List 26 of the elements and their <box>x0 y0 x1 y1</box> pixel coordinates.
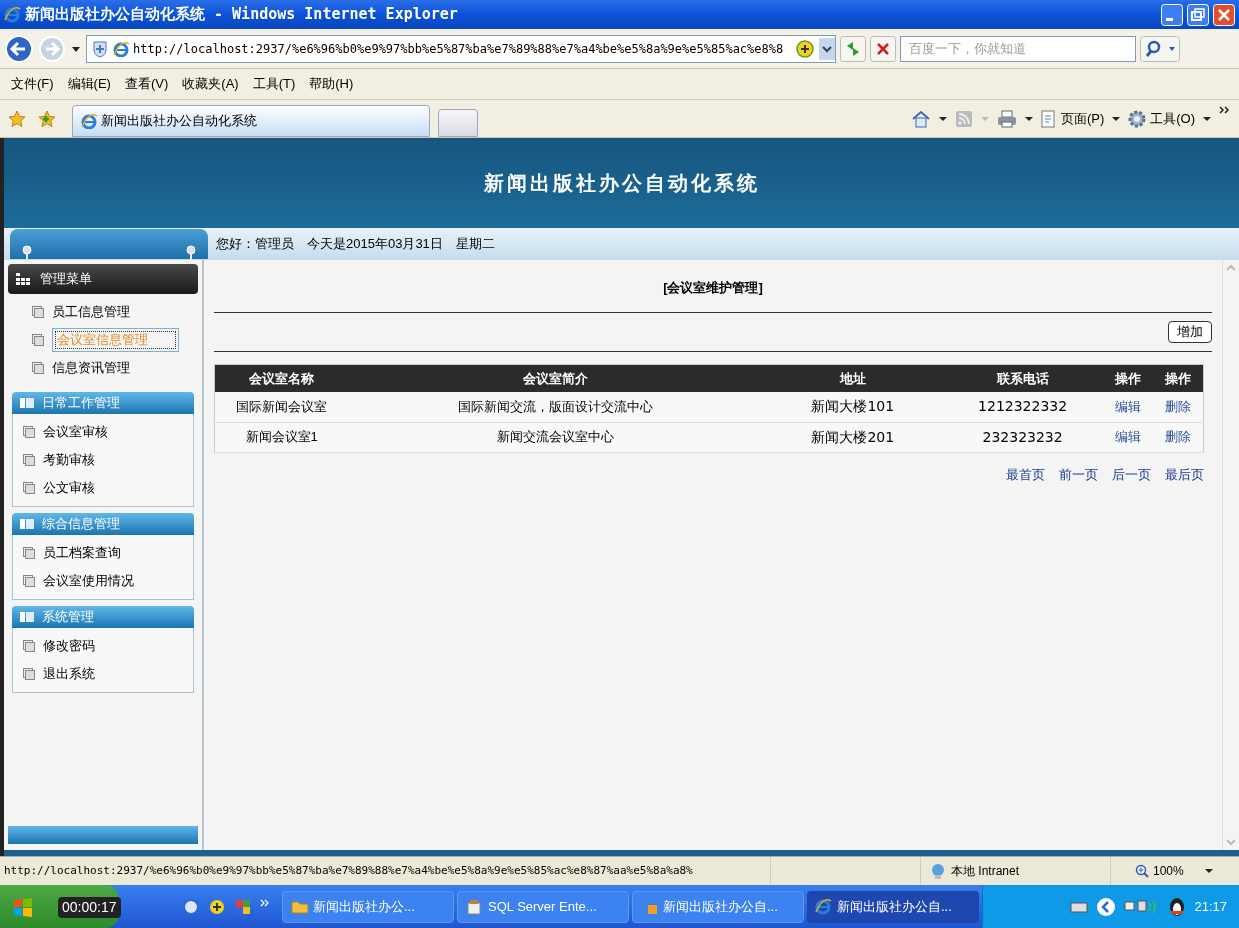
table-cell: 国际新闻交流，版面设计交流中心 <box>348 392 763 422</box>
greeting-text: 您好：管理员 今天是2015年03月31日 星期二 <box>215 235 495 254</box>
column-header: 操作 <box>1152 364 1204 392</box>
table-cell: 新闻大楼101 <box>762 392 943 422</box>
table-cell: 新闻大楼201 <box>762 422 943 452</box>
table-cell: 232323232 <box>942 422 1103 452</box>
site-title: 新闻出版社办公自动化系统 <box>483 171 760 196</box>
section-title: [会议室维护管理] <box>662 279 764 297</box>
column-header: 联系电话 <box>942 364 1103 392</box>
clock-text: 21:17 <box>1194 897 1227 916</box>
menu-section-header: 系统管理 <box>12 606 194 628</box>
column-header: 地址 <box>762 364 943 392</box>
window-title: 新闻出版社办公自动化系统 - Windows Internet Explorer <box>25 4 459 26</box>
zone-text: 本地 Intranet <box>951 863 1020 880</box>
status-text: http://localhost:2937/%e6%96%b0%e9%97%bb%e5%87%ba%e7%89%88%e7%a4%be%e5%8a%9e%e5%85%ac%e8%87%aa%e5%8a%a8% <box>3 862 694 879</box>
column-header: 会议室名称 <box>214 364 349 392</box>
menu-section-header: 综合信息管理 <box>12 513 194 535</box>
column-header: 操作 <box>1102 364 1153 392</box>
column-header: 会议室简介 <box>348 364 763 392</box>
table-cell: 1212322332 <box>942 392 1103 422</box>
menu-header: 管理菜单 <box>8 264 198 294</box>
timer-tooltip: 00:00:17 <box>58 897 121 918</box>
table-cell: 国际新闻会议室 <box>214 392 349 422</box>
table-cell: 新闻交流会议室中心 <box>348 422 763 452</box>
table-cell: 新闻会议室1 <box>214 422 349 452</box>
menu-section-header: 日常工作管理 <box>12 392 194 414</box>
